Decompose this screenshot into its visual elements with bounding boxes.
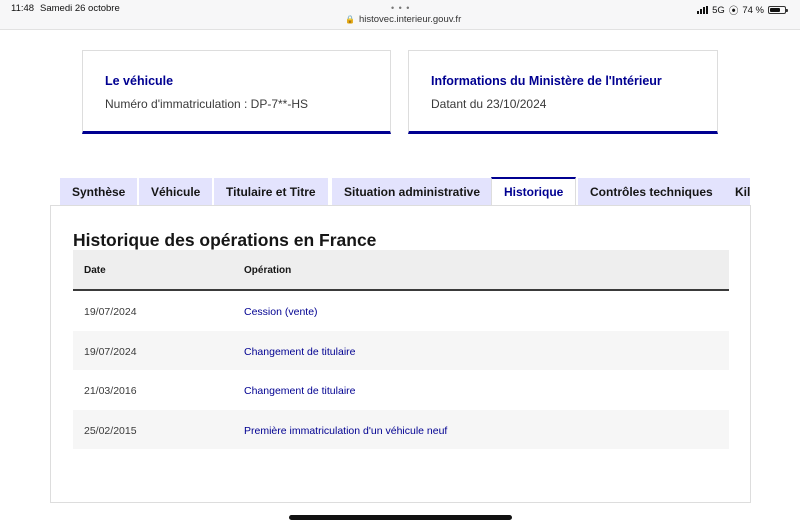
history-panel: Historique des opérations en France Date… [50,205,751,503]
row-date: 21/03/2016 [84,385,137,397]
column-header-operation: Opération [244,265,292,276]
tab-historique[interactable]: Historique [491,177,577,206]
status-indicators: 5G ⦿ 74 % [697,3,788,17]
row-operation: Changement de titulaire [244,345,356,358]
row-date: 25/02/2015 [84,424,137,437]
battery-fill [770,8,781,12]
column-header-date: Date [84,265,106,276]
network-label: 5G [712,4,725,16]
status-date: Samedi 26 octobre [40,3,120,14]
table-row: 21/03/2016 Changement de titulaire [73,370,729,410]
row-date: 19/07/2024 [84,345,137,358]
ministry-card: Informations du Ministère de l'Intérieur… [408,50,718,134]
status-bar: 11:48 Samedi 26 octobre • • • 🔒 histovec.… [0,0,800,30]
home-indicator[interactable] [289,515,512,520]
url-text: histovec.interieur.gouv.fr [358,14,462,25]
tab-vehicule[interactable]: Véhicule [139,178,213,206]
table-row: 19/07/2024 Changement de titulaire [73,330,729,370]
tab-bar: Synthèse Véhicule Titulaire et Titre Sit… [60,177,750,206]
lock-icon: 🔒 [345,15,355,24]
signal-icon [697,6,709,14]
status-time: 11:48 [11,3,35,14]
registration-number: Numéro d'immatriculation : DP-7**-HS [105,97,309,111]
table-row: 25/02/2015 Première immatriculation d'un… [73,409,729,449]
location-icon: ⦿ [728,6,739,17]
row-operation: Première immatriculation d'un véhicule n… [244,424,448,437]
ministry-card-title: Informations du Ministère de l'Intérieur [431,74,662,88]
tab-situation-administrative[interactable]: Situation administrative [332,178,493,206]
row-operation: Cession (vente) [244,306,318,318]
vehicle-card-title: Le véhicule [105,74,174,88]
table-header: Date Opération [73,250,729,291]
tab-controles-techniques[interactable]: Contrôles techniques [578,178,725,206]
tab-synthese[interactable]: Synthèse [60,178,138,206]
table-row: 19/07/2024 Cession (vente) [73,291,729,331]
history-title: Historique des opérations en France [73,230,377,250]
battery-icon [768,6,788,14]
tab-titulaire[interactable]: Titulaire et Titre [214,178,328,206]
ministry-date: Datant du 23/10/2024 [431,97,547,111]
tab-kilometrage[interactable]: Kilo [723,178,750,206]
vehicle-card: Le véhicule Numéro d'immatriculation : D… [82,50,391,134]
row-date: 19/07/2024 [84,306,137,318]
more-dots-icon[interactable]: • • • [391,3,410,13]
address-bar[interactable]: 🔒 histovec.interieur.gouv.fr [345,14,461,25]
history-table: Date Opération 19/07/2024 Cession (vente… [73,250,729,449]
battery-label: 74 % [742,4,764,16]
row-operation: Changement de titulaire [244,385,356,397]
